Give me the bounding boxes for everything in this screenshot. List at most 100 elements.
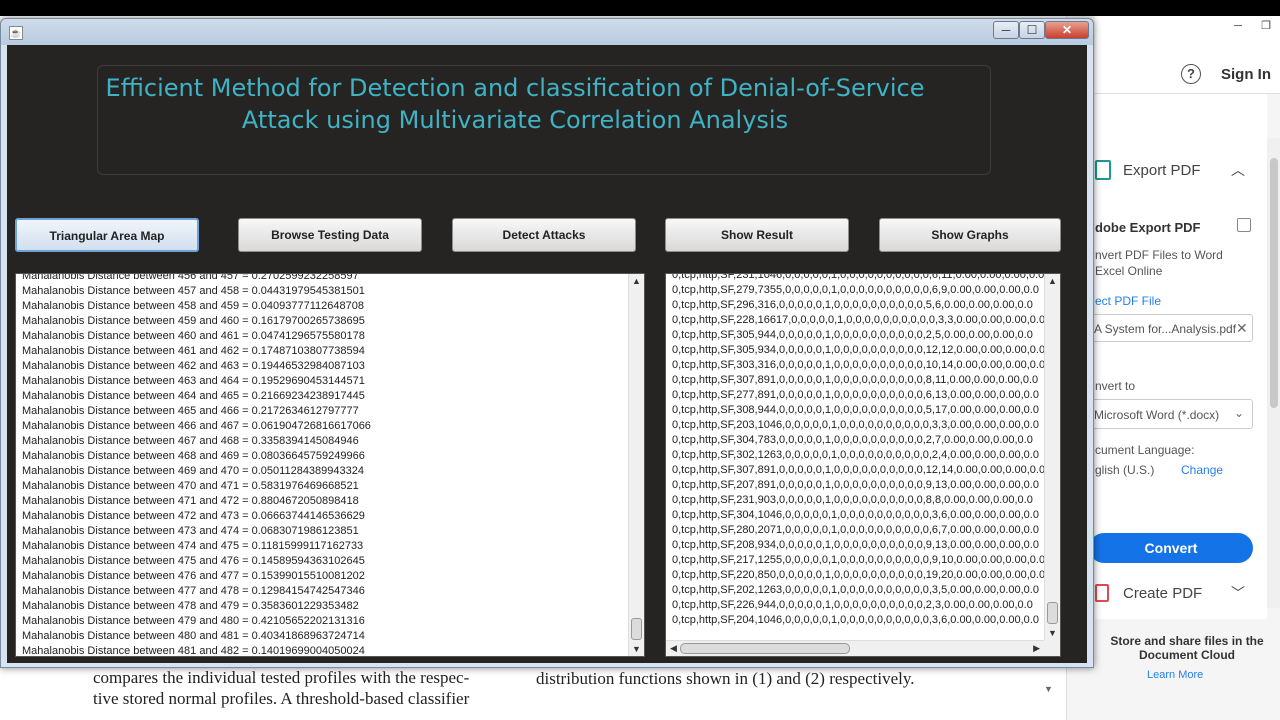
scroll-left-icon[interactable]: ◀ <box>670 643 677 654</box>
text-line: Mahalanobis Distance between 475 and 476… <box>22 555 365 567</box>
text-line: 0,tcp,http,SF,303,316,0,0,0,0,0,1,0,0,0,… <box>672 359 1046 371</box>
scroll-thumb[interactable] <box>631 618 642 640</box>
scroll-right-icon[interactable]: ▶ <box>1033 643 1040 654</box>
text-line: 0,tcp,http,SF,305,934,0,0,0,0,0,1,0,0,0,… <box>672 344 1046 356</box>
scroll-thumb[interactable] <box>1270 158 1278 408</box>
text-line: Mahalanobis Distance between 471 and 472… <box>22 495 359 507</box>
show-graphs-button[interactable]: Show Graphs <box>879 218 1061 252</box>
text-line: Mahalanobis Distance between 469 and 470… <box>22 465 364 477</box>
triangular-area-map-button[interactable]: Triangular Area Map <box>15 218 199 252</box>
pdf-text-right-column: distribution functions shown in (1) and … <box>536 669 915 688</box>
text-line: Mahalanobis Distance between 461 and 462… <box>22 345 365 357</box>
format-select[interactable]: Microsoft Word (*.docx) ⌄ <box>1085 399 1253 429</box>
distance-lines: Mahalanobis Distance between 456 and 457… <box>22 273 371 657</box>
text-line: Mahalanobis Distance between 456 and 457… <box>22 273 359 282</box>
acrobat-window-controls: ─ ❐ ✕ <box>1225 18 1280 34</box>
scroll-thumb[interactable] <box>680 643 850 654</box>
text-line: 0,tcp,http,SF,305,944,0,0,0,0,0,1,0,0,0,… <box>672 329 1033 341</box>
export-pdf-icon <box>1095 160 1111 180</box>
text-line: Mahalanobis Distance between 459 and 460… <box>22 315 365 327</box>
store-share-text: Store and share files in the Document Cl… <box>1110 634 1264 662</box>
scroll-down-icon[interactable]: ▼ <box>1044 684 1053 694</box>
text-line: Mahalanobis Distance between 476 and 477… <box>22 570 365 582</box>
text-line: Mahalanobis Distance between 466 and 467… <box>22 420 371 432</box>
text-line: 0,tcp,http,SF,302,1263,0,0,0,0,0,1,0,0,0… <box>672 449 1039 461</box>
text-line: 0,tcp,http,SF,220,850,0,0,0,0,0,1,0,0,0,… <box>672 569 1046 581</box>
show-result-button[interactable]: Show Result <box>665 218 849 252</box>
scroll-thumb[interactable] <box>1047 602 1058 624</box>
chevron-down-icon[interactable]: ﹀ <box>1231 583 1245 603</box>
convert-button[interactable]: Convert <box>1089 533 1253 563</box>
text-line: 0,tcp,http,SF,307,891,0,0,0,0,0,1,0,0,0,… <box>672 464 1046 476</box>
create-pdf-heading[interactable]: Create PDF <box>1123 585 1202 602</box>
screen: compares the individual tested profiles … <box>0 0 1280 720</box>
app-title: Efficient Method for Detection and class… <box>105 74 925 134</box>
text-line: Mahalanobis Distance between 472 and 473… <box>22 510 365 522</box>
help-icon[interactable]: ? <box>1181 64 1201 84</box>
text-line: 0,tcp,http,SF,226,944,0,0,0,0,0,1,0,0,0,… <box>672 599 1033 611</box>
scroll-corner <box>1044 640 1060 656</box>
learn-more-link[interactable]: Learn More <box>1147 669 1203 681</box>
document-language-label: cument Language: <box>1095 443 1195 457</box>
vertical-scrollbar[interactable]: ▲ ▼ <box>1044 274 1060 640</box>
scroll-down-icon[interactable]: ▼ <box>1048 628 1057 638</box>
restore-icon[interactable]: ❐ <box>1253 18 1279 34</box>
format-value: Microsoft Word (*.docx) <box>1094 408 1220 422</box>
distance-output-textarea[interactable]: Mahalanobis Distance between 456 and 457… <box>15 273 645 657</box>
browse-testing-data-button[interactable]: Browse Testing Data <box>238 218 422 252</box>
text-line: 0,tcp,http,SF,203,1046,0,0,0,0,0,1,0,0,0… <box>672 419 1039 431</box>
app-window: ☕ ─ ☐ ✕ Efficient Method for Detection a… <box>0 18 1094 668</box>
text-line: 0,tcp,http,SF,228,16617,0,0,0,0,0,1,0,0,… <box>672 314 1046 326</box>
text-line: Mahalanobis Distance between 479 and 480… <box>22 615 365 627</box>
scroll-down-icon[interactable]: ▼ <box>632 644 641 654</box>
text-line: 0,tcp,http,SF,217,1255,0,0,0,0,0,1,0,0,0… <box>672 554 1046 566</box>
text-line: 0,tcp,http,SF,208,934,0,0,0,0,0,1,0,0,0,… <box>672 539 1039 551</box>
text-line: Mahalanobis Distance between 478 and 479… <box>22 600 359 612</box>
file-name: A System for...Analysis.pdf <box>1094 322 1237 336</box>
text-line: Mahalanobis Distance between 480 and 481… <box>22 630 365 642</box>
pdf-text-line: tive stored normal profiles. A threshold… <box>93 689 470 708</box>
records-output-textarea[interactable]: 0,tcp,http,SF,231,1046,0,0,0,0,0,1,0,0,0… <box>665 273 1061 657</box>
text-line: 0,tcp,http,SF,304,1046,0,0,0,0,0,1,0,0,0… <box>672 509 1039 521</box>
title-panel: Efficient Method for Detection and class… <box>97 65 991 175</box>
select-pdf-file-link[interactable]: ect PDF File <box>1095 294 1161 308</box>
vertical-scrollbar[interactable]: ▲ ▼ <box>628 274 644 656</box>
window-titlebar[interactable]: ☕ ─ ☐ ✕ <box>1 19 1093 45</box>
text-line: Mahalanobis Distance between 470 and 471… <box>22 480 359 492</box>
selected-file-field[interactable]: A System for...Analysis.pdf ✕ <box>1085 314 1253 342</box>
text-line: 0,tcp,http,SF,277,891,0,0,0,0,0,1,0,0,0,… <box>672 389 1039 401</box>
sign-in-link[interactable]: Sign In <box>1221 66 1271 83</box>
java-icon: ☕ <box>9 26 23 40</box>
text-line: 0,tcp,http,SF,304,783,0,0,0,0,0,1,0,0,0,… <box>672 434 1033 446</box>
acrobat-pane-scrollbar[interactable] <box>1267 138 1280 608</box>
close-icon[interactable]: ✕ <box>1045 21 1089 39</box>
text-line: Mahalanobis Distance between 481 and 482… <box>22 645 365 657</box>
scroll-up-icon[interactable]: ▲ <box>632 276 641 286</box>
acrobat-tools-pane: ─ ❐ ✕ ? Sign In Export PDF ︿ dobe Export… <box>1066 16 1280 720</box>
text-line: Mahalanobis Distance between 460 and 461… <box>22 330 365 342</box>
copy-icon[interactable] <box>1237 218 1251 232</box>
text-line: 0,tcp,http,SF,280,2071,0,0,0,0,0,1,0,0,0… <box>672 524 1039 536</box>
text-line: 0,tcp,http,SF,279,7355,0,0,0,0,0,1,0,0,0… <box>672 284 1039 296</box>
text-line: Mahalanobis Distance between 464 and 465… <box>22 390 365 402</box>
clear-icon[interactable]: ✕ <box>1236 320 1248 337</box>
document-cloud-footer: Store and share files in the Document Cl… <box>1095 619 1280 720</box>
record-lines: 0,tcp,http,SF,231,1046,0,0,0,0,0,1,0,0,0… <box>672 273 1046 628</box>
minimize-icon[interactable]: ─ <box>1225 18 1251 34</box>
chevron-up-icon[interactable]: ︿ <box>1231 160 1245 180</box>
adobe-export-title: dobe Export PDF <box>1095 220 1201 235</box>
minimize-icon[interactable]: ─ <box>993 21 1019 39</box>
text-line: 0,tcp,http,SF,308,944,0,0,0,0,0,1,0,0,0,… <box>672 404 1039 416</box>
text-line: 0,tcp,http,SF,204,1046,0,0,0,0,0,1,0,0,0… <box>672 614 1039 626</box>
detect-attacks-button[interactable]: Detect Attacks <box>452 218 636 252</box>
convert-to-label: nvert to <box>1095 379 1136 393</box>
horizontal-scrollbar[interactable]: ◀ ▶ <box>666 640 1044 656</box>
maximize-icon[interactable]: ☐ <box>1019 21 1045 39</box>
text-line: 0,tcp,http,SF,202,1263,0,0,0,0,0,1,0,0,0… <box>672 584 1039 596</box>
change-language-link[interactable]: Change <box>1181 463 1223 477</box>
export-pdf-heading[interactable]: Export PDF <box>1123 162 1201 179</box>
text-line: 0,tcp,http,SF,231,1046,0,0,0,0,0,1,0,0,0… <box>672 273 1045 281</box>
text-line: 0,tcp,http,SF,296,316,0,0,0,0,0,1,0,0,0,… <box>672 299 1033 311</box>
text-line: Mahalanobis Distance between 465 and 466… <box>22 405 359 417</box>
scroll-up-icon[interactable]: ▲ <box>1048 276 1057 286</box>
